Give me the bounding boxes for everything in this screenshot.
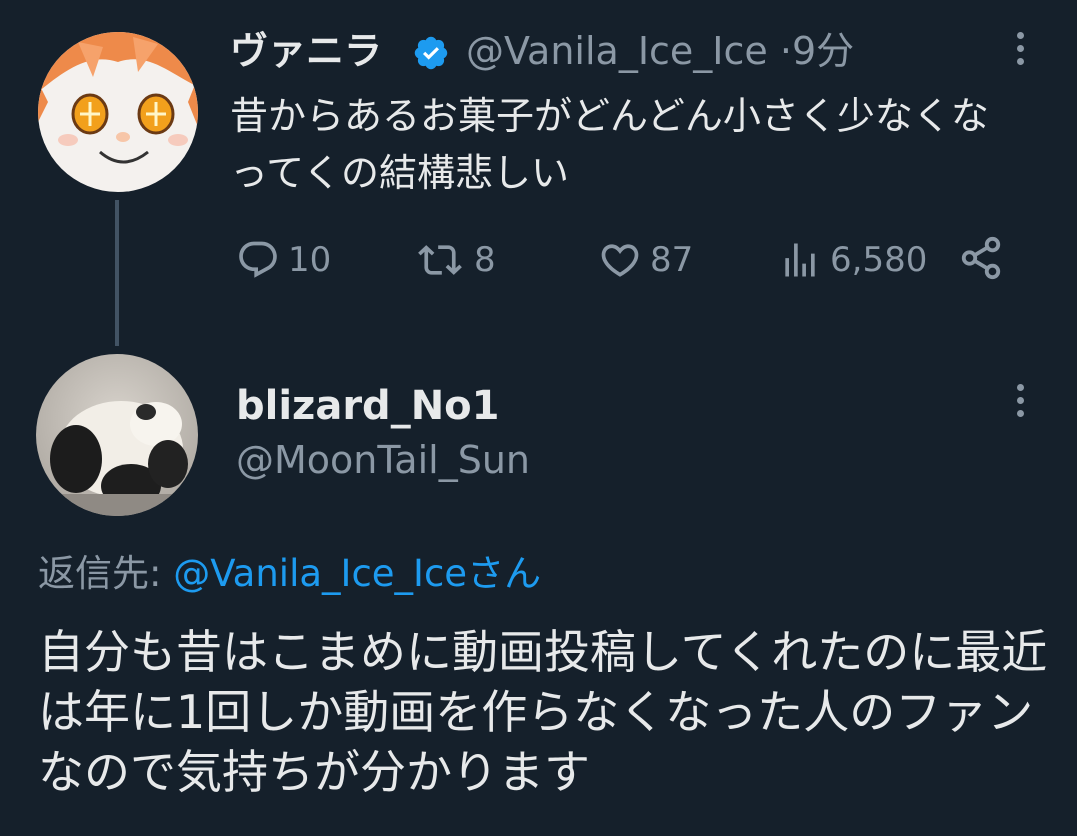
- tweet-time[interactable]: 9分: [792, 29, 854, 73]
- author-meta: @Vanila_Ice_Ice ·9分: [466, 26, 854, 76]
- author-handle[interactable]: @Vanila_Ice_Ice: [466, 29, 768, 73]
- reply-count: 10: [288, 240, 332, 280]
- more-vertical-icon[interactable]: [1015, 32, 1025, 65]
- retweet-icon: [418, 245, 462, 275]
- anime-character-avatar-image: [38, 32, 198, 192]
- more-vertical-icon[interactable]: [1015, 384, 1025, 417]
- avatar-moontail[interactable]: [36, 354, 198, 516]
- views-icon: [785, 243, 815, 277]
- panda-avatar-image: [36, 354, 198, 516]
- avatar-vanila[interactable]: [38, 32, 198, 192]
- author-display-name[interactable]: ヴァニラ: [230, 26, 382, 76]
- reply-button[interactable]: 10: [234, 238, 331, 282]
- meta-separator: ·: [779, 29, 792, 73]
- verified-badge-icon: [412, 34, 450, 72]
- view-count: 6,580: [830, 240, 928, 280]
- views-button[interactable]: 6,580: [776, 238, 927, 282]
- reply-tweet-text: 自分も昔はこまめに動画投稿してくれたのに最近は年に1回しか動画を作らなくなった人…: [38, 625, 1048, 799]
- retweet-count: 8: [474, 240, 496, 280]
- reply-icon: [239, 241, 277, 278]
- like-button[interactable]: 87: [596, 238, 693, 282]
- reply-to-label: 返信先:: [38, 552, 162, 595]
- reply-author-display-name[interactable]: blizard_No1: [236, 380, 499, 432]
- tweet-text: 昔からあるお菓子がどんどん小さく少なくなってくの結構悲しい: [230, 94, 989, 195]
- reply-to-mention-link[interactable]: @Vanila_Ice_Iceさん: [173, 552, 541, 595]
- share-button[interactable]: [958, 236, 1010, 280]
- reply-author-handle[interactable]: @MoonTail_Sun: [236, 434, 530, 486]
- thread-connector-line: [115, 200, 119, 346]
- retweet-button[interactable]: 8: [412, 238, 496, 282]
- heart-icon: [601, 244, 639, 277]
- like-count: 87: [650, 240, 694, 280]
- reply-to-line: 返信先: @Vanila_Ice_Iceさん: [38, 548, 541, 600]
- share-icon: [961, 236, 1001, 280]
